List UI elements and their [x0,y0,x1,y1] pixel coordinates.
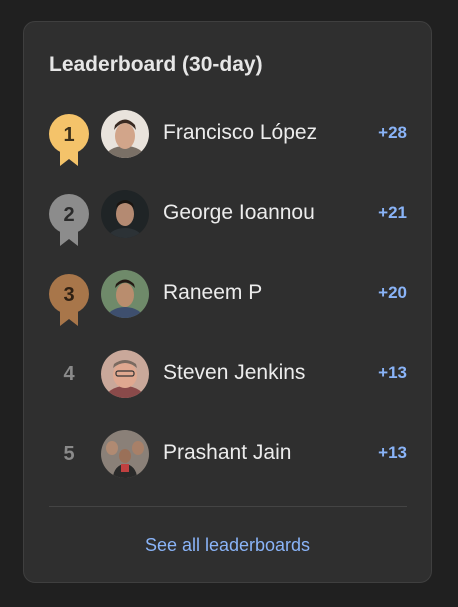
score-badge: +21 [378,203,407,222]
avatar[interactable] [101,430,149,478]
avatar[interactable] [101,270,149,318]
leaderboard-row[interactable]: 2 George Ioannou +21 [24,190,431,254]
user-name[interactable]: Steven Jenkins [163,361,305,385]
score-badge: +28 [378,123,407,142]
gold-medal-icon: 1 [49,114,89,170]
leaderboard-card: Leaderboard (30-day) 1 Francisco López +… [23,21,432,583]
avatar[interactable] [101,190,149,238]
user-name[interactable]: Francisco López [163,121,317,145]
rank-number: 3 [63,284,74,306]
see-all-leaderboards-link[interactable]: See all leaderboards [24,535,431,556]
rank-number: 5 [63,443,75,465]
leaderboard-row[interactable]: 1 Francisco López +28 [24,110,431,174]
leaderboard-row[interactable]: 3 Raneem P +20 [24,270,431,334]
leaderboard-row[interactable]: 5 Prashant Jain +13 [24,430,431,494]
silver-medal-icon: 2 [49,194,89,250]
rank-number: 4 [63,363,75,385]
avatar[interactable] [101,110,149,158]
user-name[interactable]: George Ioannou [163,201,315,225]
leaderboard-title: Leaderboard (30-day) [49,53,263,76]
rank-number: 1 [63,124,74,146]
user-name[interactable]: Raneem P [163,281,262,305]
score-badge: +13 [378,363,407,382]
divider [49,506,407,507]
leaderboard-row[interactable]: 4 Steven Jenkins +13 [24,350,431,414]
avatar[interactable] [101,350,149,398]
rank-number: 2 [63,204,74,226]
bronze-medal-icon: 3 [49,274,89,330]
user-name[interactable]: Prashant Jain [163,441,291,465]
score-badge: +20 [378,283,407,302]
score-badge: +13 [378,443,407,462]
